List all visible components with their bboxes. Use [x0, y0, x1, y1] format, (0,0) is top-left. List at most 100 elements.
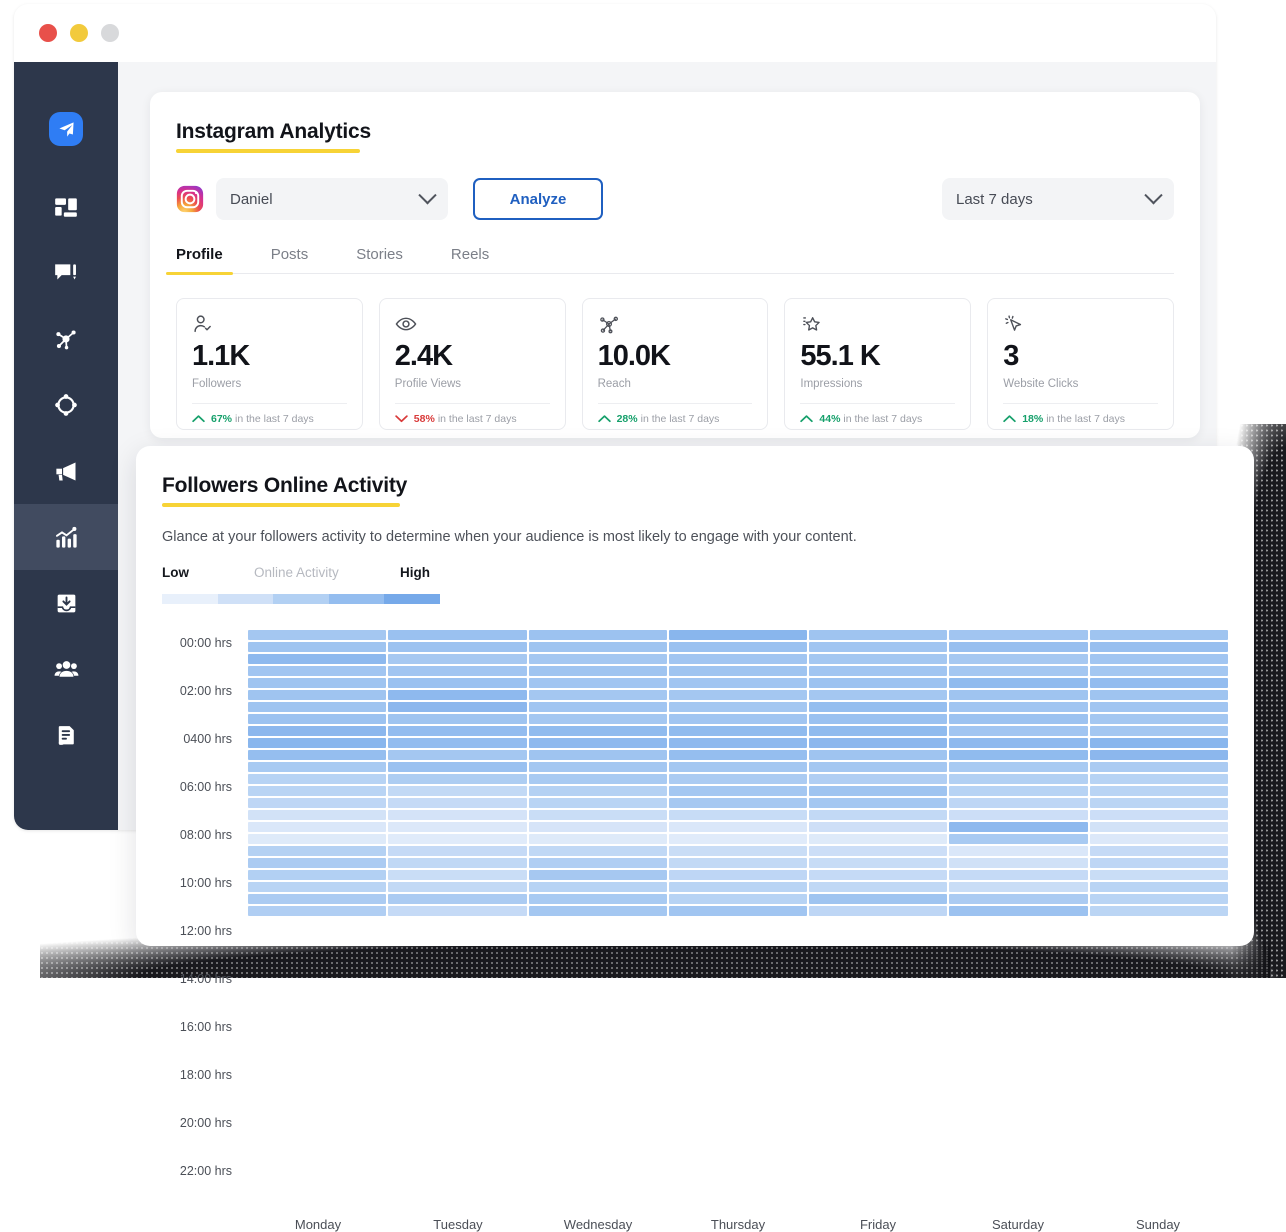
heatmap-cell[interactable] [388, 822, 527, 833]
heatmap-cell[interactable] [668, 822, 808, 833]
heatmap-cell[interactable] [1089, 822, 1228, 833]
heatmap-cell[interactable] [528, 882, 667, 893]
heatmap-cell[interactable] [248, 906, 387, 917]
heatmap-cell[interactable] [809, 702, 948, 713]
heatmap-cell[interactable] [668, 714, 808, 725]
heatmap-cell[interactable] [528, 894, 667, 905]
heatmap-cell[interactable] [528, 690, 667, 701]
heatmap-cell[interactable] [528, 630, 667, 641]
heatmap-cell[interactable] [528, 714, 667, 725]
heatmap-cell[interactable] [248, 822, 387, 833]
sidebar-item-inbox[interactable] [14, 570, 118, 636]
heatmap-cell[interactable] [388, 870, 527, 881]
heatmap-cell[interactable] [248, 786, 387, 797]
heatmap-cell[interactable] [528, 642, 667, 653]
heatmap-cell[interactable] [949, 702, 1088, 713]
heatmap-cell[interactable] [809, 834, 948, 845]
heatmap-cell[interactable] [809, 882, 948, 893]
heatmap-cell[interactable] [1089, 642, 1228, 653]
heatmap-cell[interactable] [809, 714, 948, 725]
heatmap-cell[interactable] [668, 666, 808, 677]
analyze-button[interactable]: Analyze [473, 178, 603, 221]
heatmap-cell[interactable] [388, 690, 527, 701]
heatmap-cell[interactable] [668, 750, 808, 761]
heatmap-cell[interactable] [949, 726, 1088, 737]
heatmap-cell[interactable] [809, 630, 948, 641]
heatmap-cell[interactable] [248, 810, 387, 821]
heatmap-cell[interactable] [528, 834, 667, 845]
heatmap-cell[interactable] [668, 642, 808, 653]
heatmap-cell[interactable] [668, 726, 808, 737]
heatmap-cell[interactable] [949, 774, 1088, 785]
heatmap-cell[interactable] [668, 858, 808, 869]
heatmap-cell[interactable] [949, 858, 1088, 869]
heatmap-cell[interactable] [949, 642, 1088, 653]
heatmap-cell[interactable] [388, 810, 527, 821]
date-range-select[interactable]: Last 7 days [942, 178, 1174, 221]
heatmap-cell[interactable] [949, 798, 1088, 809]
heatmap-cell[interactable] [949, 690, 1088, 701]
heatmap-cell[interactable] [668, 882, 808, 893]
heatmap-cell[interactable] [668, 738, 808, 749]
sidebar-item-audience[interactable] [14, 636, 118, 702]
heatmap-cell[interactable] [949, 822, 1088, 833]
sidebar-item-publish[interactable] [14, 306, 118, 372]
heatmap-cell[interactable] [248, 678, 387, 689]
heatmap-cell[interactable] [809, 642, 948, 653]
heatmap-cell[interactable] [388, 858, 527, 869]
heatmap-cell[interactable] [668, 846, 808, 857]
heatmap-cell[interactable] [949, 630, 1088, 641]
heatmap-cell[interactable] [668, 690, 808, 701]
heatmap-cell[interactable] [248, 642, 387, 653]
heatmap-cell[interactable] [1089, 714, 1228, 725]
heatmap-cell[interactable] [668, 786, 808, 797]
heatmap-cell[interactable] [248, 870, 387, 881]
heatmap-cell[interactable] [809, 846, 948, 857]
tab-profile[interactable]: Profile [166, 246, 233, 276]
heatmap-cell[interactable] [388, 738, 527, 749]
heatmap-cell[interactable] [388, 762, 527, 773]
heatmap-cell[interactable] [668, 762, 808, 773]
heatmap-cell[interactable] [949, 906, 1088, 917]
heatmap-cell[interactable] [668, 774, 808, 785]
heatmap-cell[interactable] [949, 834, 1088, 845]
heatmap-cell[interactable] [809, 762, 948, 773]
heatmap-cell[interactable] [949, 870, 1088, 881]
heatmap-cell[interactable] [1089, 690, 1228, 701]
heatmap-cell[interactable] [388, 798, 527, 809]
heatmap-cell[interactable] [528, 822, 667, 833]
heatmap-cell[interactable] [1089, 654, 1228, 665]
heatmap-cell[interactable] [528, 774, 667, 785]
heatmap-cell[interactable] [1089, 858, 1228, 869]
heatmap-cell[interactable] [1089, 870, 1228, 881]
heatmap-cell[interactable] [528, 702, 667, 713]
heatmap-cell[interactable] [248, 750, 387, 761]
heatmap-cell[interactable] [809, 666, 948, 677]
heatmap-cell[interactable] [248, 630, 387, 641]
heatmap-cell[interactable] [1089, 678, 1228, 689]
heatmap-cell[interactable] [1089, 810, 1228, 821]
heatmap-cell[interactable] [248, 762, 387, 773]
heatmap-cell[interactable] [949, 786, 1088, 797]
heatmap-cell[interactable] [528, 726, 667, 737]
heatmap-cell[interactable] [528, 846, 667, 857]
heatmap-cell[interactable] [248, 726, 387, 737]
heatmap-cell[interactable] [1089, 726, 1228, 737]
heatmap-cell[interactable] [248, 690, 387, 701]
sidebar-item-campaigns[interactable] [14, 438, 118, 504]
heatmap-cell[interactable] [388, 726, 527, 737]
heatmap-cell[interactable] [809, 894, 948, 905]
heatmap-cell[interactable] [528, 750, 667, 761]
heatmap-cell[interactable] [1089, 786, 1228, 797]
heatmap-cell[interactable] [809, 690, 948, 701]
heatmap-cell[interactable] [809, 774, 948, 785]
heatmap-cell[interactable] [1089, 894, 1228, 905]
heatmap-cell[interactable] [248, 654, 387, 665]
heatmap-cell[interactable] [949, 738, 1088, 749]
tab-posts[interactable]: Posts [271, 246, 309, 273]
heatmap-cell[interactable] [949, 750, 1088, 761]
heatmap-cell[interactable] [1089, 762, 1228, 773]
heatmap-cell[interactable] [949, 882, 1088, 893]
heatmap-cell[interactable] [949, 666, 1088, 677]
heatmap-cell[interactable] [1089, 738, 1228, 749]
